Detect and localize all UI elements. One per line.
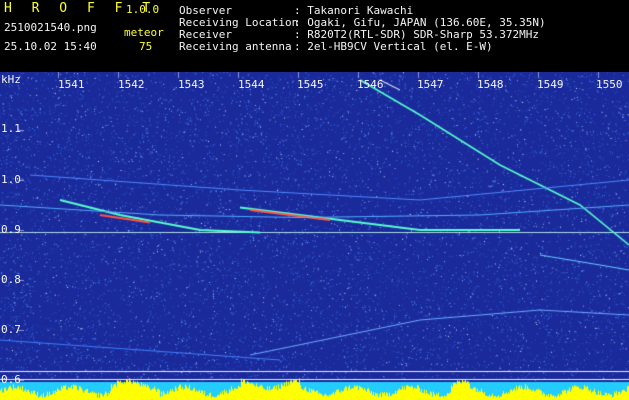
datetime-label: 25.10.02 15:40	[4, 40, 97, 53]
y-tick-label: 0.9	[1, 223, 21, 236]
y-tick-label: 1.0	[1, 173, 21, 186]
y-tick-label: 0.6	[1, 373, 21, 386]
x-tick-label: 1549	[537, 78, 564, 91]
x-tick-label: 1547	[417, 78, 444, 91]
header-panel: H R O F F T 1.0.0 2510021540.png meteor …	[0, 0, 629, 72]
x-tick-label: 1548	[477, 78, 504, 91]
x-tick-label: 1542	[118, 78, 145, 91]
spectrogram-canvas	[0, 72, 629, 400]
x-tick-label: 1546	[357, 78, 384, 91]
antenna-label: Receiving antenna	[179, 40, 292, 53]
y-tick-label: 0.7	[1, 323, 21, 336]
x-tick-label: 1545	[297, 78, 324, 91]
x-tick-label: 1550	[596, 78, 623, 91]
antenna-value: : 2el-HB9CV Vertical (el. E-W)	[294, 40, 493, 53]
y-tick-label: 1.1	[1, 122, 21, 135]
app-version: 1.0.0	[126, 3, 160, 16]
x-tick-label: 1544	[238, 78, 265, 91]
x-tick-label: 1541	[58, 78, 85, 91]
x-tick-label: 1543	[178, 78, 205, 91]
meteor-count: 75	[139, 40, 153, 53]
y-tick-label: 0.8	[1, 273, 21, 286]
meteor-label: meteor	[124, 26, 164, 39]
filename-label: 2510021540.png	[4, 21, 97, 34]
y-unit-label: kHz	[1, 73, 21, 86]
